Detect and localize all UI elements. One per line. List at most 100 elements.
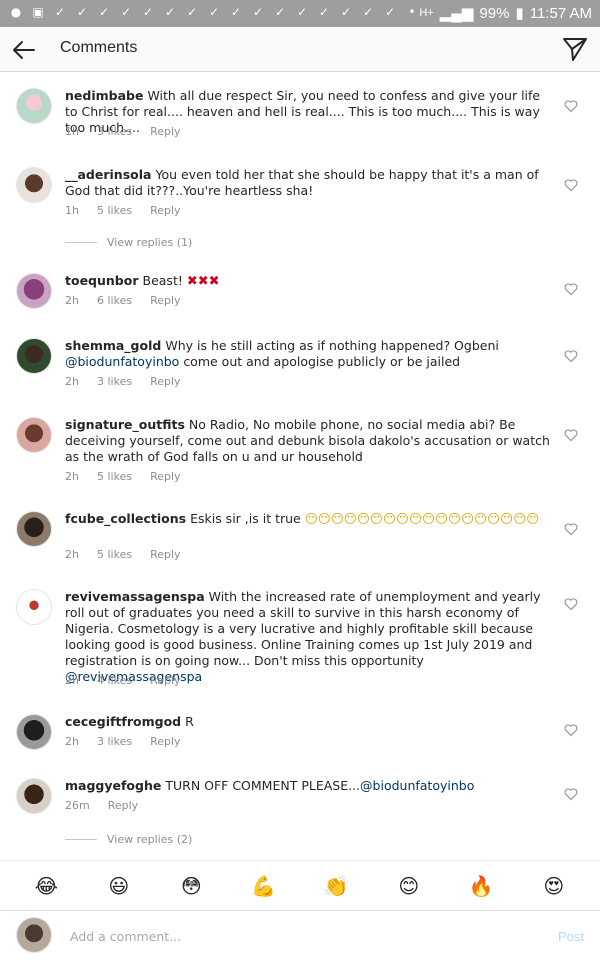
avatar[interactable] bbox=[16, 589, 52, 625]
comment-username[interactable]: shemma_gold bbox=[65, 338, 161, 353]
twitter-icon: ✓ bbox=[384, 5, 396, 19]
twitter-icon: ✓ bbox=[98, 5, 110, 19]
emoji-button[interactable]: 🔥 bbox=[467, 872, 495, 900]
reply-button[interactable]: Reply bbox=[150, 470, 180, 483]
send-icon[interactable] bbox=[562, 36, 588, 62]
comment-username[interactable]: cecegiftfromgod bbox=[65, 714, 181, 729]
heart-icon[interactable] bbox=[564, 178, 578, 192]
view-replies-button[interactable]: View replies (2) bbox=[65, 833, 192, 846]
avatar[interactable] bbox=[16, 88, 52, 124]
cross-mark-emoji: ✖✖✖ bbox=[186, 274, 220, 289]
comment-meta: 2h 4 likes Reply bbox=[65, 674, 181, 687]
comment-username[interactable]: fcube_collections bbox=[65, 511, 186, 526]
comment-content: Eskis sir ,is it true bbox=[190, 511, 301, 526]
like-count[interactable]: 3 likes bbox=[97, 735, 132, 748]
comment-text: fcube_collections Eskis sir ,is it true 😶… bbox=[65, 511, 555, 527]
clock: 11:57 AM bbox=[529, 4, 592, 22]
emoji-button[interactable]: 😳 bbox=[177, 872, 205, 900]
emoji-button[interactable]: 👏 bbox=[322, 872, 350, 900]
like-count[interactable]: 6 likes bbox=[97, 294, 132, 307]
emoji-button[interactable]: 😊 bbox=[395, 872, 423, 900]
like-count[interactable]: 4 likes bbox=[97, 674, 132, 687]
comment-username[interactable]: toequnbor bbox=[65, 273, 139, 288]
emoji-sequence: 😶😶😶😶😶😶😶😶😶😶😶😶😶😶😶😶😶😶 bbox=[304, 511, 540, 526]
reply-button[interactable]: Reply bbox=[150, 548, 180, 561]
view-replies-label[interactable]: View replies (2) bbox=[107, 833, 192, 846]
twitter-icon: ✓ bbox=[76, 5, 88, 19]
twitter-icon: ✓ bbox=[274, 5, 286, 19]
avatar[interactable] bbox=[16, 338, 52, 374]
avatar bbox=[16, 917, 52, 953]
comment-meta: 2h 5 likes Reply bbox=[65, 470, 181, 483]
comment-username[interactable]: signature_outfits bbox=[65, 417, 185, 432]
comment-username[interactable]: maggyefoghe bbox=[65, 778, 161, 793]
mention-link[interactable]: @biodunfatoyinbo bbox=[360, 778, 474, 793]
like-count[interactable]: 5 likes bbox=[97, 470, 132, 483]
avatar[interactable] bbox=[16, 778, 52, 814]
avatar[interactable] bbox=[16, 714, 52, 750]
comment-content: come out and apologise publicly or be ja… bbox=[183, 354, 461, 369]
heart-icon[interactable] bbox=[564, 428, 578, 442]
avatar[interactable] bbox=[16, 273, 52, 309]
heart-icon[interactable] bbox=[564, 99, 578, 113]
status-bar: ● ▣ ✓ ✓ ✓ ✓ ✓ ✓ ✓ ✓ ✓ ✓ ✓ ✓ ✓ ✓ ✓ ✓ • H+… bbox=[0, 0, 600, 27]
heart-icon[interactable] bbox=[564, 787, 578, 801]
like-count[interactable]: 5 likes bbox=[97, 204, 132, 217]
comment-text: cecegiftfromgod R bbox=[65, 714, 555, 730]
mention-link[interactable]: @biodunfatoyinbo bbox=[65, 354, 179, 369]
view-replies-button[interactable]: View replies (1) bbox=[65, 236, 192, 249]
back-arrow-icon[interactable] bbox=[10, 36, 38, 64]
heart-icon[interactable] bbox=[564, 282, 578, 296]
comment-time: 2h bbox=[65, 294, 79, 307]
emoji-button[interactable]: 😂 bbox=[32, 872, 60, 900]
comment-meta: 1h 5 likes Reply bbox=[65, 204, 181, 217]
view-replies-label[interactable]: View replies (1) bbox=[107, 236, 192, 249]
twitter-icon: ✓ bbox=[142, 5, 154, 19]
divider-line bbox=[65, 242, 97, 243]
reply-button[interactable]: Reply bbox=[150, 375, 180, 388]
comment-content: Beast! bbox=[142, 273, 183, 288]
comments-list[interactable]: nedimbabe With all due respect Sir, you n… bbox=[0, 72, 600, 860]
twitter-icon: ✓ bbox=[208, 5, 220, 19]
like-count[interactable]: 3 likes bbox=[97, 375, 132, 388]
twitter-icon: ✓ bbox=[318, 5, 330, 19]
comment-username[interactable]: revivemassagenspa bbox=[65, 589, 205, 604]
network-type: H+ bbox=[419, 7, 434, 19]
comment-time: 1h bbox=[65, 125, 79, 138]
reply-button[interactable]: Reply bbox=[108, 799, 138, 812]
emoji-button[interactable]: 😍 bbox=[540, 872, 568, 900]
page-title: Comments bbox=[60, 39, 138, 56]
app-header: Comments bbox=[0, 27, 600, 72]
heart-icon[interactable] bbox=[564, 349, 578, 363]
avatar[interactable] bbox=[16, 167, 52, 203]
twitter-icon: ✓ bbox=[296, 5, 308, 19]
avatar[interactable] bbox=[16, 511, 52, 547]
app-notification-icon: ● bbox=[10, 5, 22, 19]
more-icon: • bbox=[408, 5, 416, 19]
heart-icon[interactable] bbox=[564, 522, 578, 536]
emoji-button[interactable]: 💪 bbox=[250, 872, 278, 900]
twitter-icon: ✓ bbox=[164, 5, 176, 19]
comment-content: Why is he still acting as if nothing hap… bbox=[165, 338, 499, 353]
comment-time: 26m bbox=[65, 799, 90, 812]
comment-content: R bbox=[185, 714, 194, 729]
comment-input[interactable] bbox=[70, 925, 530, 947]
post-button[interactable]: Post bbox=[558, 929, 584, 944]
emoji-button[interactable]: 😃 bbox=[105, 872, 133, 900]
heart-icon[interactable] bbox=[564, 597, 578, 611]
comment-username[interactable]: nedimbabe bbox=[65, 88, 143, 103]
reply-button[interactable]: Reply bbox=[150, 674, 180, 687]
reply-button[interactable]: Reply bbox=[150, 204, 180, 217]
reply-button[interactable]: Reply bbox=[150, 125, 180, 138]
reply-button[interactable]: Reply bbox=[150, 294, 180, 307]
avatar[interactable] bbox=[16, 417, 52, 453]
comment-time: 2h bbox=[65, 375, 79, 388]
reply-button[interactable]: Reply bbox=[150, 735, 180, 748]
like-count[interactable]: 5 likes bbox=[97, 548, 132, 561]
like-count[interactable]: 3 likes bbox=[97, 125, 132, 138]
comment-meta: 2h 3 likes Reply bbox=[65, 375, 181, 388]
twitter-icon: ✓ bbox=[186, 5, 198, 19]
heart-icon[interactable] bbox=[564, 723, 578, 737]
comment-username[interactable]: __aderinsola bbox=[65, 167, 151, 182]
comment-time: 2h bbox=[65, 735, 79, 748]
